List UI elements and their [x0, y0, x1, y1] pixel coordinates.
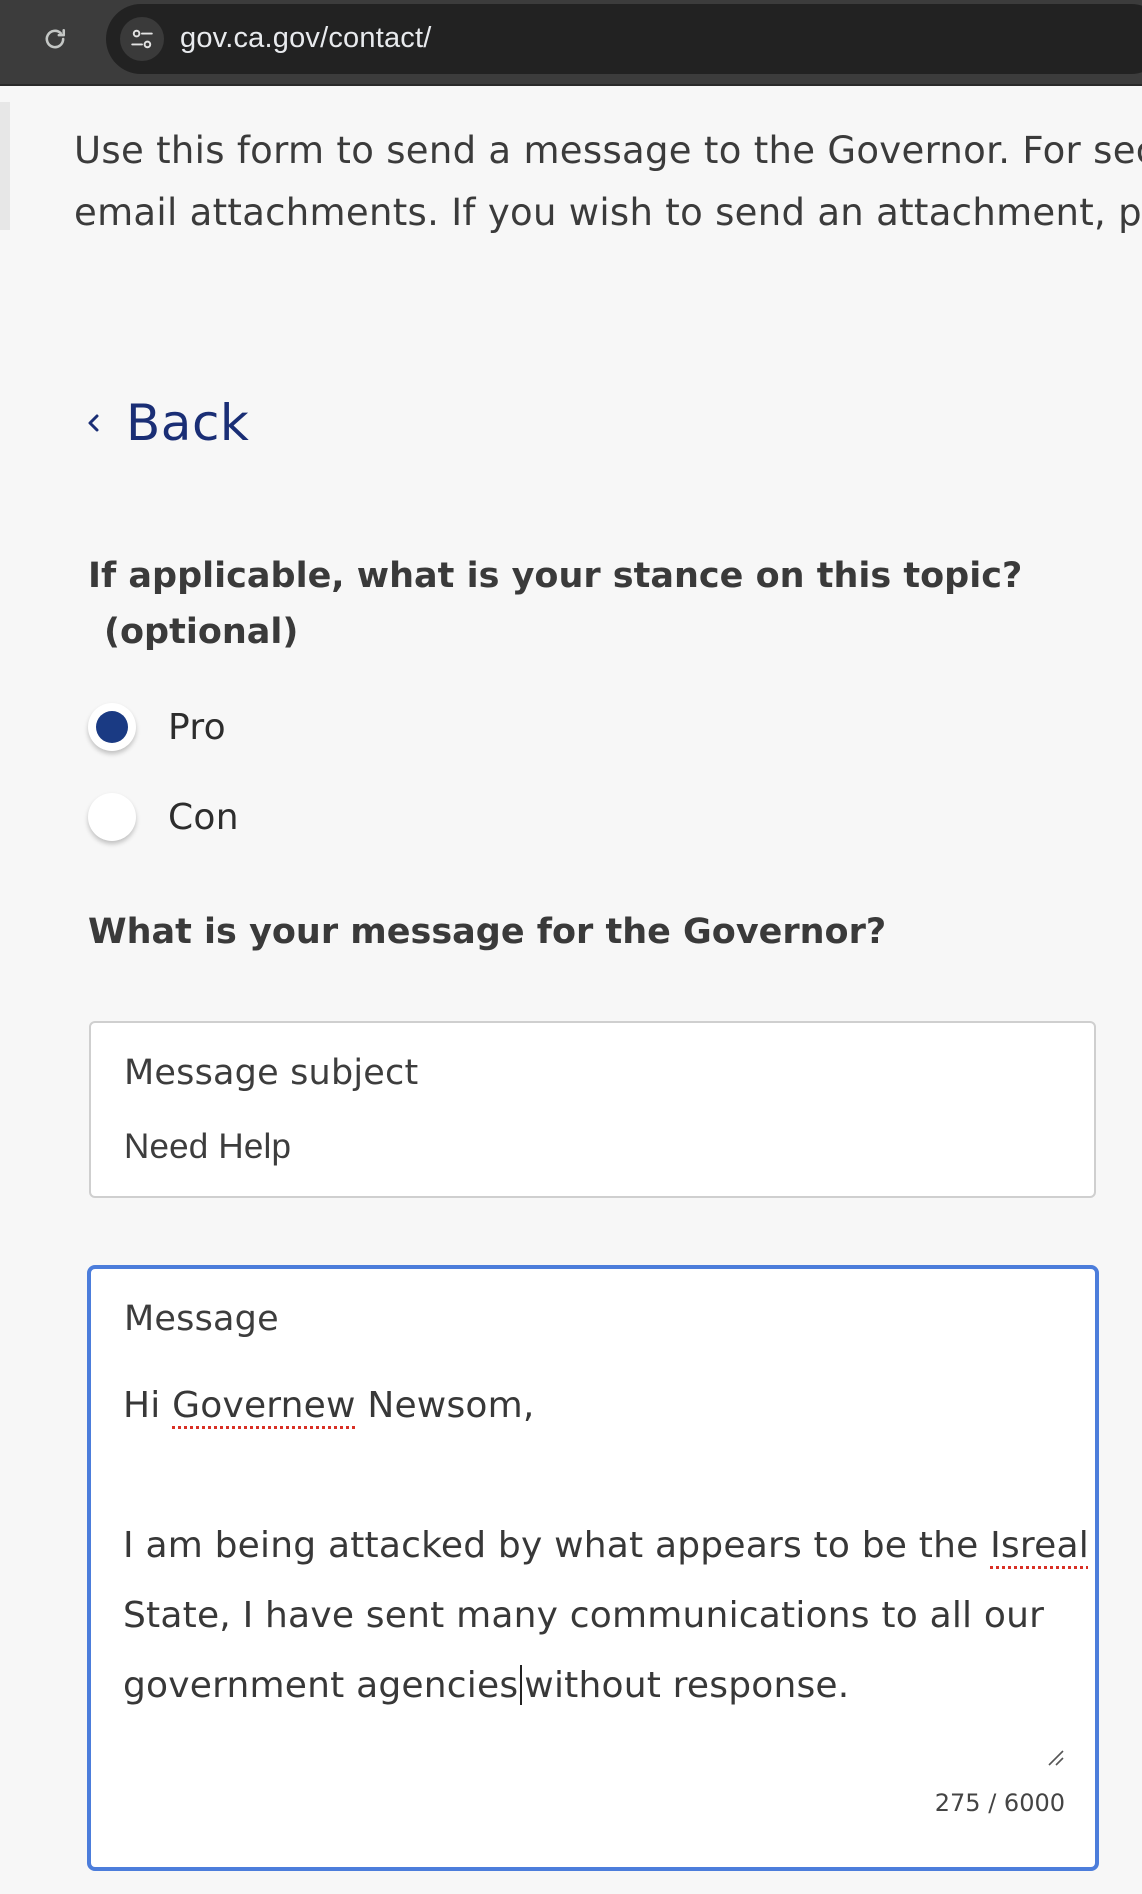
- message-text-fragment: Hi: [123, 1385, 173, 1426]
- url-text[interactable]: gov.ca.gov/contact/: [180, 22, 432, 55]
- spellcheck-word[interactable]: Isreal: [990, 1525, 1089, 1566]
- radio-button-con[interactable]: [88, 793, 136, 841]
- text-caret: [520, 1665, 523, 1705]
- message-text-fragment: government agencies: [123, 1665, 519, 1706]
- back-label: Back: [126, 394, 250, 452]
- message-text-fragment: I am being attacked by what appears to b…: [123, 1525, 991, 1566]
- radio-selected-dot: [96, 711, 128, 743]
- intro-paragraph: Use this form to send a message to the G…: [74, 120, 1142, 244]
- back-link[interactable]: Back: [84, 394, 249, 452]
- subject-field[interactable]: Message subject: [89, 1021, 1096, 1198]
- radio-label-con[interactable]: Con: [168, 797, 239, 838]
- tune-icon: [131, 29, 153, 49]
- message-text-fragment: without response.: [524, 1665, 850, 1706]
- message-field-label: Message: [124, 1299, 279, 1339]
- message-line: government agencies without response.: [123, 1651, 1053, 1721]
- message-line: Hi Governew Newsom,: [123, 1371, 1053, 1441]
- radio-button-pro[interactable]: [88, 703, 136, 751]
- message-line: I am being attacked by what appears to b…: [123, 1511, 1089, 1581]
- intro-line-1: Use this form to send a message to the G…: [74, 129, 1142, 172]
- message-line: State, I have sent many communications t…: [123, 1595, 1045, 1636]
- site-info-button[interactable]: [120, 17, 164, 61]
- optional-tag: (optional): [104, 612, 299, 652]
- chevron-left-icon: [88, 414, 99, 432]
- subject-input[interactable]: [124, 1127, 1024, 1167]
- intro-line-2: email attachments. If you wish to send a…: [74, 191, 1142, 234]
- address-bar[interactable]: gov.ca.gov/contact/: [106, 4, 1142, 74]
- radio-label-pro[interactable]: Pro: [168, 707, 226, 748]
- radio-option-con[interactable]: Con: [88, 793, 239, 841]
- stance-question: If applicable, what is your stance on th…: [88, 548, 1048, 660]
- stance-question-text: If applicable, what is your stance on th…: [88, 556, 1023, 596]
- message-question: What is your message for the Governor?: [88, 912, 887, 952]
- reload-icon: [45, 28, 66, 49]
- message-content[interactable]: Hi Governew Newsom, I am being attacked …: [123, 1371, 1089, 1721]
- reload-button[interactable]: [34, 18, 76, 60]
- side-accent-bar: [0, 102, 10, 230]
- radio-option-pro[interactable]: Pro: [88, 703, 226, 751]
- spellcheck-word[interactable]: Governew: [172, 1385, 356, 1426]
- character-counter: 275 / 6000: [934, 1789, 1065, 1817]
- message-textarea[interactable]: Message Hi Governew Newsom, I am being a…: [87, 1265, 1099, 1871]
- resize-handle-icon[interactable]: [1043, 1745, 1065, 1767]
- browser-toolbar: gov.ca.gov/contact/: [0, 0, 1142, 86]
- subject-field-label: Message subject: [124, 1053, 419, 1093]
- message-text-fragment: Newsom,: [355, 1385, 535, 1426]
